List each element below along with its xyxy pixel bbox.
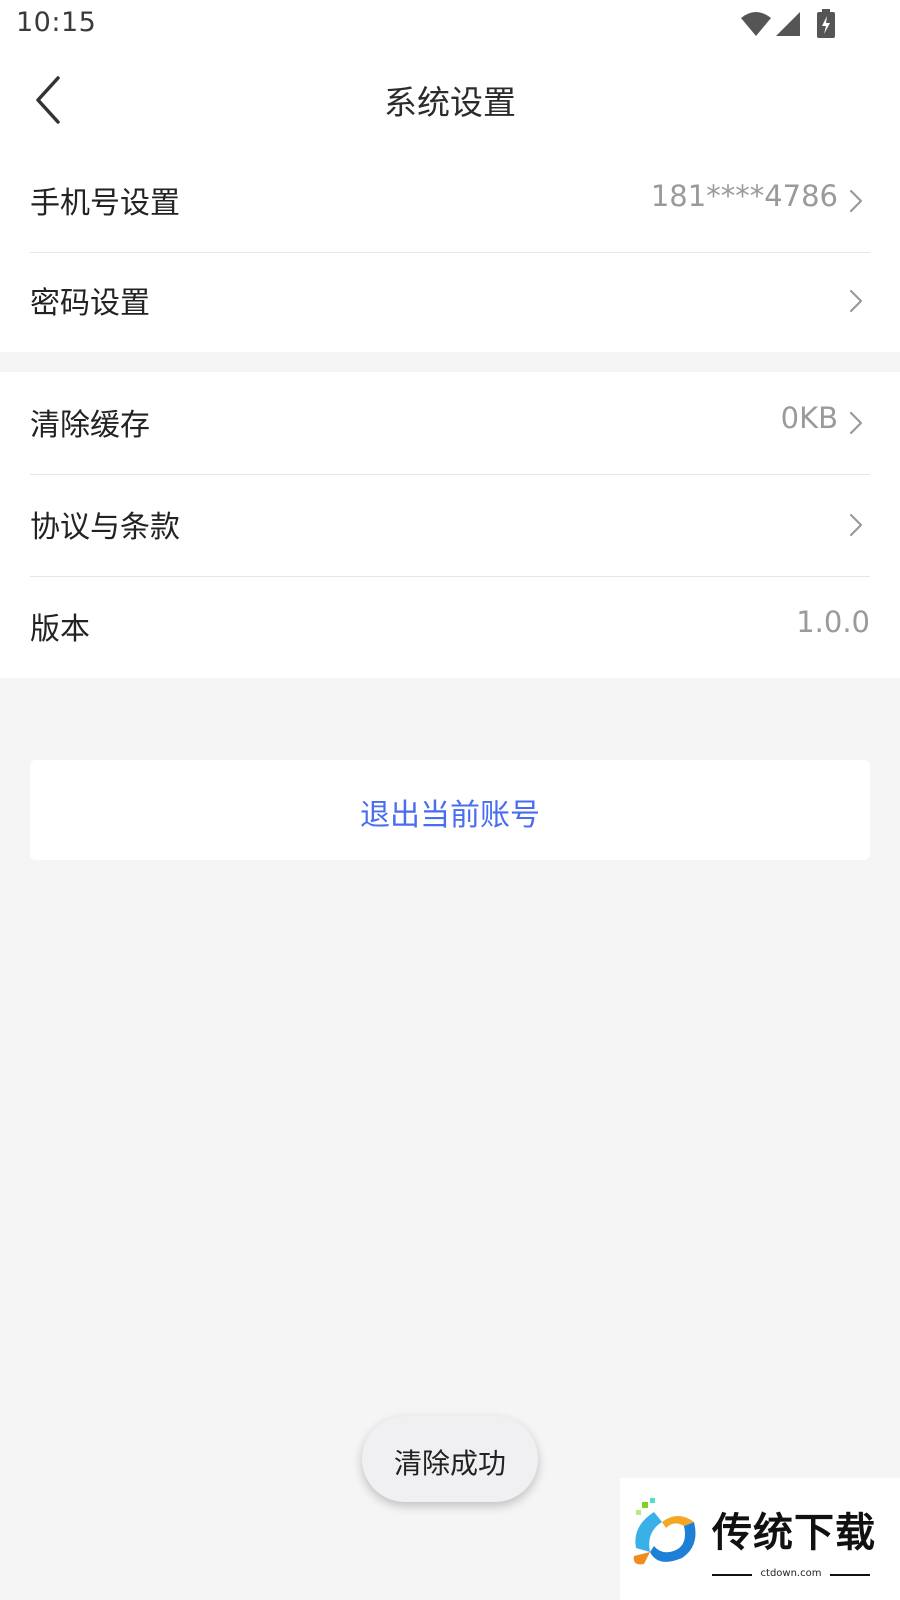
row-label: 协议与条款 <box>30 510 180 545</box>
status-time: 10:15 <box>16 7 97 38</box>
watermark: 传统下载 ctdown.com <box>620 1478 900 1600</box>
watermark-logo-icon <box>633 1498 696 1565</box>
wifi-icon <box>741 12 771 36</box>
password-setting-row[interactable]: 密码设置 <box>30 250 870 352</box>
terms-row[interactable]: 协议与条款 <box>30 474 870 577</box>
phone-number-value: 181****4786 <box>650 179 838 213</box>
row-label: 密码设置 <box>30 286 150 321</box>
settings-group-account: 手机号设置 181****4786 密码设置 <box>0 150 900 352</box>
phone-setting-row[interactable]: 手机号设置 181****4786 <box>30 150 870 253</box>
logout-label: 退出当前账号 <box>360 798 540 833</box>
page-title: 系统设置 <box>384 83 516 122</box>
logout-button[interactable]: 退出当前账号 <box>30 760 870 860</box>
chevron-right-icon <box>849 513 863 537</box>
status-icons <box>740 9 850 40</box>
chevron-right-icon <box>849 411 863 435</box>
watermark-text: 传统下载 <box>712 1510 876 1556</box>
battery-charging-icon <box>817 9 835 38</box>
cellular-signal-icon <box>776 12 800 36</box>
row-label: 清除缓存 <box>30 408 150 443</box>
status-bar: 10:15 <box>0 0 900 50</box>
row-label: 版本 <box>30 612 90 647</box>
version-value: 1.0.0 <box>796 605 870 639</box>
chevron-right-icon <box>849 289 863 313</box>
row-label: 手机号设置 <box>30 186 180 221</box>
toast: 清除成功 <box>362 1416 538 1502</box>
header: 系统设置 <box>0 50 900 150</box>
cache-size-value: 0KB <box>780 401 838 435</box>
clear-cache-row[interactable]: 清除缓存 0KB <box>30 372 870 475</box>
chevron-right-icon <box>849 189 863 213</box>
settings-group-app: 清除缓存 0KB 协议与条款 版本 1.0.0 <box>0 372 900 678</box>
version-row: 版本 1.0.0 <box>30 576 870 678</box>
toast-message: 清除成功 <box>393 1447 506 1480</box>
watermark-url: ctdown.com <box>760 1568 822 1579</box>
